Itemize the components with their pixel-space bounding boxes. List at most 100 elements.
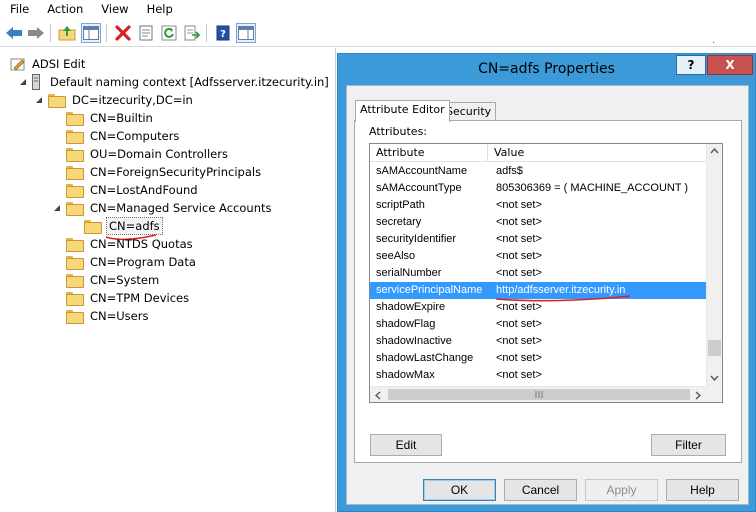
collapse-icon[interactable] — [34, 95, 44, 105]
menu-file[interactable]: File — [0, 0, 37, 18]
close-icon: X — [725, 58, 735, 72]
ok-button[interactable]: OK — [423, 479, 496, 501]
tree-node-tpm-devices[interactable]: CN=TPM Devices — [66, 289, 191, 307]
horizontal-scroll-thumb[interactable] — [388, 389, 690, 400]
attribute-row[interactable]: shadowFlag <not set> — [370, 316, 708, 333]
collapse-icon[interactable] — [52, 203, 62, 213]
tree-node-domain-controllers[interactable]: OU=Domain Controllers — [66, 145, 230, 163]
tree-label: CN=Computers — [90, 129, 180, 143]
horizontal-scrollbar[interactable] — [370, 386, 708, 402]
attribute-value-cell: <not set> — [496, 216, 542, 228]
attribute-name-cell: shadowMax — [376, 369, 435, 381]
menu-help[interactable]: Help — [137, 0, 181, 18]
scroll-corner — [706, 386, 722, 402]
scroll-down-icon[interactable] — [710, 375, 719, 381]
pane-resize-marker: . — [712, 35, 716, 46]
attribute-name-cell: shadowInactive — [376, 335, 452, 347]
show-action-pane-icon[interactable] — [236, 23, 256, 43]
vertical-scroll-thumb[interactable] — [708, 340, 721, 356]
folder-icon — [48, 94, 66, 108]
attribute-value-cell: <not set> — [496, 199, 542, 211]
attribute-value-cell: adfs$ — [496, 165, 523, 177]
export-list-icon[interactable] — [182, 23, 202, 43]
folder-icon — [84, 220, 102, 234]
column-attribute[interactable]: Attribute — [370, 144, 488, 161]
forward-arrow-icon[interactable] — [26, 23, 46, 43]
attribute-row[interactable]: shadowLastChange <not set> — [370, 350, 708, 367]
tree-root-label: ADSI Edit — [32, 57, 86, 71]
up-folder-icon[interactable] — [57, 23, 77, 43]
tree-node-naming-context[interactable]: Default naming context [Adfsserver.itzec… — [18, 73, 331, 91]
filter-button[interactable]: Filter — [651, 434, 726, 456]
tree-label: CN=Builtin — [90, 111, 153, 125]
vertical-scrollbar[interactable] — [706, 144, 722, 386]
tree-node-ntds-quotas[interactable]: CN=NTDS Quotas — [66, 235, 195, 253]
attribute-name-cell: scriptPath — [376, 199, 425, 211]
scroll-left-icon[interactable] — [375, 391, 381, 400]
column-value[interactable]: Value — [488, 144, 524, 161]
attribute-value-cell: <not set> — [496, 352, 542, 364]
list-header: Attribute Value — [370, 144, 708, 162]
server-icon — [32, 74, 40, 90]
properties-icon[interactable] — [136, 23, 156, 43]
show-hide-tree-icon[interactable] — [81, 23, 101, 43]
tree-pane: ADSI Edit Default naming context [Adfsse… — [0, 48, 336, 512]
tree-node-builtin[interactable]: CN=Builtin — [66, 109, 155, 127]
folder-icon — [66, 166, 84, 180]
tree-label: CN=LostAndFound — [90, 183, 198, 197]
menu-action[interactable]: Action — [37, 0, 91, 18]
tree-root[interactable]: ADSI Edit — [10, 55, 87, 73]
attribute-row[interactable]: sAMAccountName adfs$ — [370, 163, 708, 180]
folder-icon — [66, 202, 84, 216]
attribute-row[interactable]: serialNumber <not set> — [370, 265, 708, 282]
folder-icon — [66, 274, 84, 288]
edit-button[interactable]: Edit — [370, 434, 442, 456]
refresh-icon[interactable] — [159, 23, 179, 43]
tree-label: CN=Program Data — [90, 255, 196, 269]
tree-node-managed-service-accounts[interactable]: CN=Managed Service Accounts — [52, 199, 273, 217]
tree-label: CN=Managed Service Accounts — [90, 201, 272, 215]
grip-icon — [535, 391, 543, 398]
close-button[interactable]: X — [707, 55, 753, 75]
tree-node-lost-and-found[interactable]: CN=LostAndFound — [66, 181, 200, 199]
tree-node-users[interactable]: CN=Users — [66, 307, 150, 325]
tree-node-domain[interactable]: DC=itzecurity,DC=in — [34, 91, 195, 109]
delete-icon[interactable] — [113, 23, 133, 43]
tab-attribute-editor[interactable]: Attribute Editor — [355, 100, 450, 122]
tree-label: CN=NTDS Quotas — [90, 237, 193, 251]
tree-node-system[interactable]: CN=System — [66, 271, 161, 289]
folder-icon — [66, 292, 84, 306]
red-annotation-underline — [495, 295, 631, 302]
attribute-row[interactable]: secretary <not set> — [370, 214, 708, 231]
attribute-name-cell: sAMAccountName — [376, 165, 468, 177]
tree-label: CN=TPM Devices — [90, 291, 190, 305]
folder-icon — [66, 184, 84, 198]
scroll-right-icon[interactable] — [695, 391, 701, 400]
tree-node-computers[interactable]: CN=Computers — [66, 127, 181, 145]
attribute-name-cell: seeAlso — [376, 250, 416, 262]
attribute-row[interactable]: sAMAccountType 805306369 = ( MACHINE_ACCO… — [370, 180, 708, 197]
attribute-row[interactable]: shadowInactive <not set> — [370, 333, 708, 350]
attribute-row[interactable]: scriptPath <not set> — [370, 197, 708, 214]
attribute-value-cell: <not set> — [496, 335, 542, 347]
cancel-button[interactable]: Cancel — [504, 479, 577, 501]
help-title-button[interactable]: ? — [676, 55, 706, 75]
menu-view[interactable]: View — [91, 0, 136, 18]
attribute-row[interactable]: seeAlso <not set> — [370, 248, 708, 265]
attribute-row[interactable]: securityIdentifier <not set> — [370, 231, 708, 248]
apply-button[interactable]: Apply — [585, 479, 658, 501]
folder-icon — [66, 256, 84, 270]
help-button[interactable]: Help — [666, 479, 739, 501]
back-arrow-icon[interactable] — [4, 23, 24, 43]
attributes-list[interactable]: Attribute Value sAMAccountName adfs$ sAMAc… — [369, 143, 723, 403]
attribute-name-cell: servicePrincipalName — [376, 284, 483, 296]
tree-label: CN=ForeignSecurityPrincipals — [90, 165, 262, 179]
attribute-name-cell: securityIdentifier — [376, 233, 457, 245]
attribute-value-cell: <not set> — [496, 267, 542, 279]
help-book-icon[interactable]: ? — [213, 23, 233, 43]
tree-node-program-data[interactable]: CN=Program Data — [66, 253, 198, 271]
scroll-up-icon[interactable] — [710, 148, 719, 154]
collapse-icon[interactable] — [18, 77, 28, 87]
attribute-row[interactable]: shadowMax <not set> — [370, 367, 708, 384]
tree-node-foreign-security-principals[interactable]: CN=ForeignSecurityPrincipals — [66, 163, 263, 181]
